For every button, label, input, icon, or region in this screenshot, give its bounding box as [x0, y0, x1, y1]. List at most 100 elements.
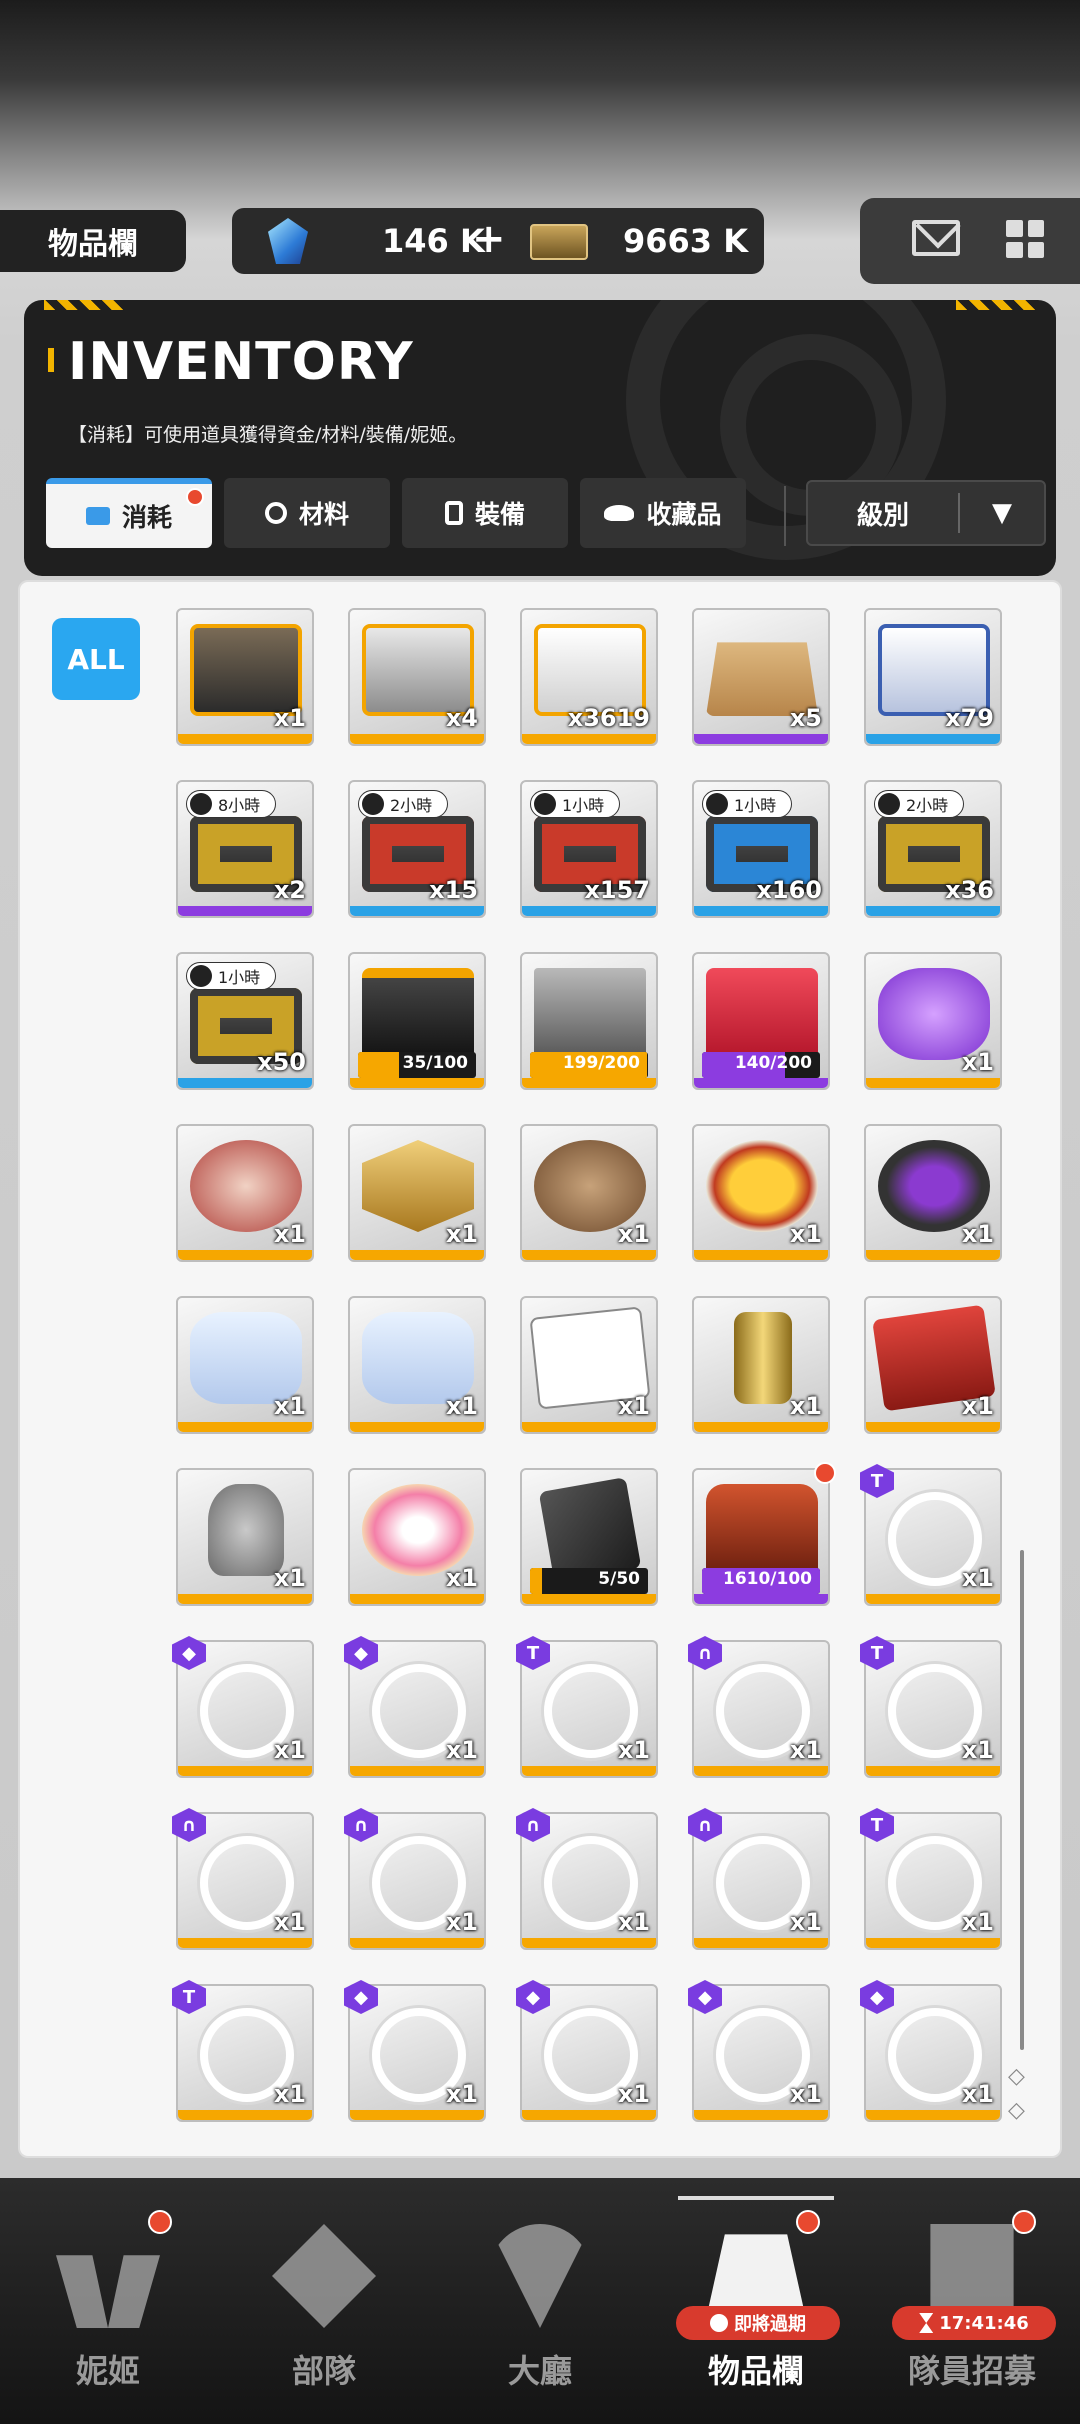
item-image	[190, 624, 302, 716]
nav-inventory[interactable]: 即將過期 物品欄	[648, 2178, 864, 2424]
nav-label: 物品欄	[707, 2352, 804, 2390]
item-count: x1	[789, 2080, 822, 2108]
inventory-item[interactable]: ◆ x1	[516, 1980, 658, 2122]
tab-collection[interactable]: 收藏品	[580, 478, 746, 548]
timer-tag: 2小時	[358, 790, 448, 818]
class-badge: ∩	[344, 1808, 378, 1842]
inventory-item[interactable]: 2小時 x15	[348, 780, 486, 918]
sort-dropdown[interactable]: 級別 ▼	[806, 480, 1046, 546]
category-tabs: 消耗 材料 裝備 收藏品	[46, 478, 746, 548]
rarity-bar	[866, 1422, 1000, 1432]
nav-lobby[interactable]: 大廳	[432, 2178, 648, 2424]
nav-nikke[interactable]: 妮姬	[0, 2178, 216, 2424]
inventory-item[interactable]: ◆ x1	[688, 1980, 830, 2122]
class-badge: ◆	[688, 1980, 722, 2014]
inventory-item[interactable]: 1小時 x160	[692, 780, 830, 918]
nav-label: 隊員招募	[907, 2352, 1036, 2390]
inventory-item[interactable]: Tx1	[172, 1980, 314, 2122]
inventory-item[interactable]: 2小時 x36	[864, 780, 1002, 918]
inventory-item[interactable]: x5	[692, 608, 830, 746]
gem-icon	[268, 218, 308, 264]
inventory-item[interactable]: 8小時 x2	[176, 780, 314, 918]
inventory-item[interactable]: x1	[176, 1124, 314, 1262]
inventory-item[interactable]: 199/200	[520, 952, 658, 1090]
inventory-item[interactable]: 35/100	[348, 952, 486, 1090]
inventory-item[interactable]: x1	[692, 1124, 830, 1262]
class-badge: ∩	[516, 1808, 550, 1842]
inventory-item[interactable]: Tx1	[860, 1808, 1002, 1950]
page-title: INVENTORY	[68, 332, 414, 392]
inventory-item[interactable]: x1	[864, 1296, 1002, 1434]
inventory-item[interactable]: 1小時 x157	[520, 780, 658, 918]
inventory-item[interactable]: x1	[348, 1124, 486, 1262]
item-count: x1	[789, 1392, 822, 1420]
mail-icon[interactable]	[912, 220, 960, 256]
timer-tag: 1小時	[702, 790, 792, 818]
rarity-bar	[866, 1938, 1000, 1948]
expiring-label: 即將過期	[734, 2314, 806, 2335]
inventory-item[interactable]: x1	[176, 1296, 314, 1434]
grid-menu-icon[interactable]	[1006, 220, 1044, 258]
nav-recruit[interactable]: 17:41:46 隊員招募	[864, 2178, 1080, 2424]
inventory-item[interactable]: ◆ x1	[172, 1636, 314, 1778]
rarity-bar	[694, 1594, 828, 1604]
add-gems-button[interactable]: +	[472, 216, 506, 262]
inventory-item[interactable]: Tx1	[516, 1636, 658, 1778]
inventory-item[interactable]: x1	[864, 1124, 1002, 1262]
inventory-item[interactable]: ∩ x1	[344, 1808, 486, 1950]
scroll-up-icon[interactable]: ◇	[1008, 2060, 1025, 2094]
tab-consumables[interactable]: 消耗	[46, 478, 212, 548]
inventory-item[interactable]: x1	[348, 1296, 486, 1434]
inventory-item[interactable]: Tx1	[860, 1636, 1002, 1778]
tab-materials[interactable]: 材料	[224, 478, 390, 548]
nav-squad[interactable]: 部隊	[216, 2178, 432, 2424]
class-badge: ∩	[688, 1808, 722, 1842]
progress-bar: 140/200	[702, 1052, 820, 1078]
filter-all-button[interactable]: ALL	[52, 618, 140, 700]
ticket-icon	[530, 224, 588, 260]
inventory-item[interactable]: x1	[176, 608, 314, 746]
rarity-bar	[866, 2110, 1000, 2120]
inventory-item[interactable]: x1	[864, 952, 1002, 1090]
inventory-item[interactable]: x1	[520, 1296, 658, 1434]
rarity-bar	[350, 2110, 484, 2120]
inventory-item[interactable]: ∩ x1	[688, 1636, 830, 1778]
inventory-item[interactable]: 5/50	[520, 1468, 658, 1606]
item-image	[190, 1140, 302, 1232]
item-count: x1	[273, 1392, 306, 1420]
tab-equipment[interactable]: 裝備	[402, 478, 568, 548]
item-count: x1	[961, 1564, 994, 1592]
rarity-bar	[522, 734, 656, 744]
hazard-stripe	[44, 300, 124, 310]
inventory-item[interactable]: 140/200	[692, 952, 830, 1090]
page-subtitle: 【消耗】可使用道具獲得資金/材料/裝備/妮姬。	[68, 424, 468, 446]
rarity-bar	[178, 1938, 312, 1948]
inventory-item[interactable]: ∩ x1	[516, 1808, 658, 1950]
item-count: x1	[961, 1392, 994, 1420]
inventory-item[interactable]: x4	[348, 608, 486, 746]
inventory-item[interactable]: 1小時 x50	[176, 952, 314, 1090]
inventory-item[interactable]: ◆ x1	[344, 1636, 486, 1778]
rarity-bar	[178, 1250, 312, 1260]
inventory-item[interactable]: x1	[348, 1468, 486, 1606]
inventory-item[interactable]: Tx1	[860, 1464, 1002, 1606]
item-count: x1	[445, 1736, 478, 1764]
inventory-item[interactable]: x1	[520, 1124, 658, 1262]
scrollbar[interactable]	[1020, 1550, 1024, 2050]
rarity-bar	[522, 906, 656, 916]
item-count: x1	[961, 1908, 994, 1936]
nav-label: 大廳	[507, 2352, 572, 2390]
inventory-item[interactable]: ∩ x1	[172, 1808, 314, 1950]
inventory-item[interactable]: ◆ x1	[344, 1980, 486, 2122]
inventory-item[interactable]: x79	[864, 608, 1002, 746]
scroll-down-icon[interactable]: ◇	[1008, 2094, 1025, 2128]
item-count: x1	[445, 1564, 478, 1592]
inventory-item[interactable]: x1	[692, 1296, 830, 1434]
rarity-bar	[866, 734, 1000, 744]
item-count: x1	[445, 2080, 478, 2108]
inventory-item[interactable]: ◆ x1	[860, 1980, 1002, 2122]
inventory-item[interactable]: 1610/100	[692, 1462, 836, 1606]
inventory-item[interactable]: x3619	[520, 608, 658, 746]
inventory-item[interactable]: ∩ x1	[688, 1808, 830, 1950]
inventory-item[interactable]: x1	[176, 1468, 314, 1606]
